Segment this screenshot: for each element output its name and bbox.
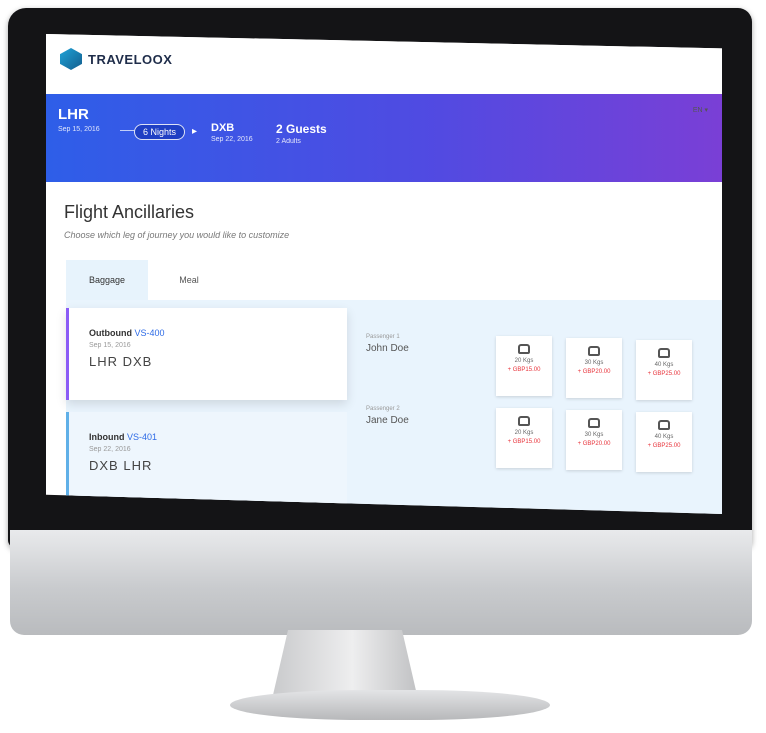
leg-route: LHR DXB: [89, 354, 153, 369]
passenger-label: Passenger 2: [366, 406, 400, 412]
baggage-weight: 30 Kgs: [584, 432, 604, 438]
arrow-right-icon: ▸: [192, 126, 198, 137]
monitor-chin: [10, 530, 752, 635]
passenger-2: Passenger 2 Jane Doe: [366, 406, 409, 426]
baggage-option[interactable]: 20 Kgs + GBP15.00: [496, 336, 552, 396]
baggage-price: + GBP25.00: [647, 371, 681, 377]
page-subtitle: Choose which leg of journey you would li…: [64, 230, 290, 240]
passenger-name: John Doe: [366, 343, 409, 354]
baggage-price: + GBP20.00: [577, 441, 611, 447]
logo[interactable]: TRAVELOOX: [60, 48, 172, 70]
baggage-weight: 40 Kgs: [654, 434, 674, 440]
origin-code: LHR: [58, 106, 89, 123]
suitcase-icon: [658, 420, 670, 430]
logo-icon: [60, 48, 82, 70]
leg-outbound[interactable]: Outbound VS-400 Sep 15, 2016 LHR DXB: [66, 308, 347, 400]
tab-baggage[interactable]: Baggage: [66, 260, 148, 300]
leg-direction-label: Inbound: [89, 432, 125, 442]
suitcase-icon: [518, 416, 530, 426]
passenger-name: Jane Doe: [366, 415, 409, 426]
tab-meal[interactable]: Meal: [148, 260, 230, 300]
baggage-price: + GBP15.00: [507, 439, 541, 445]
suitcase-icon: [658, 348, 670, 358]
leg-direction: Outbound VS-400: [89, 328, 165, 338]
passenger-label: Passenger 1: [366, 334, 400, 340]
leg-list: Outbound VS-400 Sep 15, 2016 LHR DXB Inb…: [66, 300, 347, 514]
adults-count: 2 Adults: [276, 138, 301, 145]
ancillaries-panel: Outbound VS-400 Sep 15, 2016 LHR DXB Inb…: [66, 300, 722, 514]
baggage-weight: 20 Kgs: [514, 358, 534, 364]
guests-count: 2 Guests: [276, 122, 327, 136]
leg-direction: Inbound VS-401: [89, 432, 157, 442]
destination-date: Sep 22, 2016: [211, 136, 253, 143]
monitor-stand-foot: [230, 690, 550, 720]
monitor: TRAVELOOX LHR Sep 15, 2016 6 Nights ▸ DX…: [0, 0, 766, 733]
baggage-option[interactable]: 20 Kgs + GBP15.00: [496, 408, 552, 468]
leg-date: Sep 15, 2016: [89, 342, 131, 349]
leg-inbound[interactable]: Inbound VS-401 Sep 22, 2016 DXB LHR: [66, 412, 347, 504]
baggage-weight: 20 Kgs: [514, 430, 534, 436]
nights-badge: 6 Nights: [134, 124, 186, 140]
language-selector[interactable]: EN ▾: [693, 106, 708, 114]
destination-code: DXB: [211, 122, 235, 134]
suitcase-icon: [518, 344, 530, 354]
leg-direction-label: Outbound: [89, 328, 132, 338]
baggage-option[interactable]: 30 Kgs + GBP20.00: [566, 338, 622, 398]
origin-date: Sep 15, 2016: [58, 126, 100, 133]
baggage-weight: 40 Kgs: [654, 362, 674, 368]
baggage-option[interactable]: 40 Kgs + GBP25.00: [636, 412, 692, 472]
baggage-price: + GBP15.00: [507, 367, 541, 373]
flight-number: VS-401: [127, 432, 158, 442]
baggage-price: + GBP20.00: [577, 369, 611, 375]
logo-text: TRAVELOOX: [88, 51, 173, 67]
baggage-option[interactable]: 30 Kgs + GBP20.00: [566, 410, 622, 470]
tab-bar: Baggage Meal: [66, 260, 230, 300]
page-title: Flight Ancillaries: [64, 202, 195, 222]
search-summary-bar: LHR Sep 15, 2016 6 Nights ▸ DXB Sep 22, …: [46, 94, 722, 182]
flight-number: VS-400: [134, 328, 165, 338]
screen: TRAVELOOX LHR Sep 15, 2016 6 Nights ▸ DX…: [46, 34, 722, 514]
baggage-option[interactable]: 40 Kgs + GBP25.00: [636, 340, 692, 400]
leg-route: DXB LHR: [89, 458, 153, 473]
suitcase-icon: [588, 418, 600, 428]
suitcase-icon: [588, 346, 600, 356]
leg-date: Sep 22, 2016: [89, 446, 131, 453]
passenger-1: Passenger 1 John Doe: [366, 334, 409, 354]
baggage-weight: 30 Kgs: [584, 360, 604, 366]
baggage-price: + GBP25.00: [647, 443, 681, 449]
